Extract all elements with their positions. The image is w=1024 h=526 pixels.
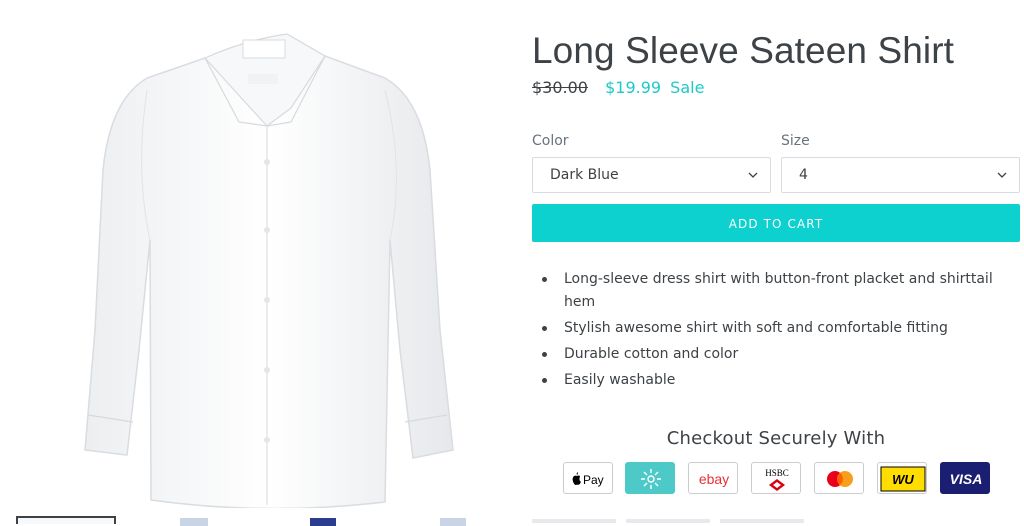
add-to-cart-button[interactable]: ADD TO CART [532, 204, 1020, 242]
visa-icon: VISA [940, 462, 990, 494]
ebay-label: ebay [699, 471, 729, 487]
wu-label: WU [892, 472, 914, 487]
afterpay-icon [625, 462, 675, 494]
apple-pay-icon: Pay [563, 462, 613, 494]
ebay-icon: ebay [688, 462, 738, 494]
hsbc-icon: HSBC [751, 462, 801, 494]
mastercard-icon [814, 462, 864, 494]
size-label: Size [781, 133, 810, 149]
thumbnail-4[interactable] [440, 518, 466, 526]
list-item: Easily washable [542, 369, 1024, 392]
sale-label: Sale [670, 78, 705, 97]
size-select[interactable]: 4 [781, 157, 1020, 193]
list-item: Stylish awesome shirt with soft and comf… [542, 317, 1024, 340]
thumbnail-2[interactable] [180, 518, 208, 526]
bottom-element [532, 519, 616, 523]
list-item: Durable cotton and color [542, 343, 1024, 366]
thumbnail-3[interactable] [310, 518, 336, 526]
apple-pay-label: Pay [583, 473, 604, 487]
white-dress-shirt-image [84, 33, 454, 510]
bottom-element [720, 519, 804, 523]
hsbc-label: HSBC [765, 468, 789, 478]
color-select-value: Dark Blue [550, 167, 619, 183]
list-item: Long-sleeve dress shirt with button-fron… [542, 268, 1024, 314]
chevron-down-icon [748, 172, 758, 178]
price-row: $30.00 $19.99 Sale [532, 78, 704, 97]
western-union-icon: WU [877, 462, 927, 494]
bottom-element [626, 519, 710, 523]
color-select[interactable]: Dark Blue [532, 157, 771, 193]
checkout-heading: Checkout Securely With [666, 428, 886, 449]
color-label: Color [532, 133, 569, 149]
product-title: Long Sleeve Sateen Shirt [532, 30, 955, 71]
chevron-down-icon [997, 172, 1007, 178]
feature-list: Long-sleeve dress shirt with button-fron… [532, 268, 1024, 395]
size-select-value: 4 [799, 167, 808, 183]
sale-price: $19.99 [605, 78, 662, 97]
visa-label: VISA [950, 471, 983, 487]
thumbnail-strip [0, 516, 520, 526]
product-main-image[interactable] [55, 30, 465, 510]
original-price: $30.00 [532, 78, 588, 97]
